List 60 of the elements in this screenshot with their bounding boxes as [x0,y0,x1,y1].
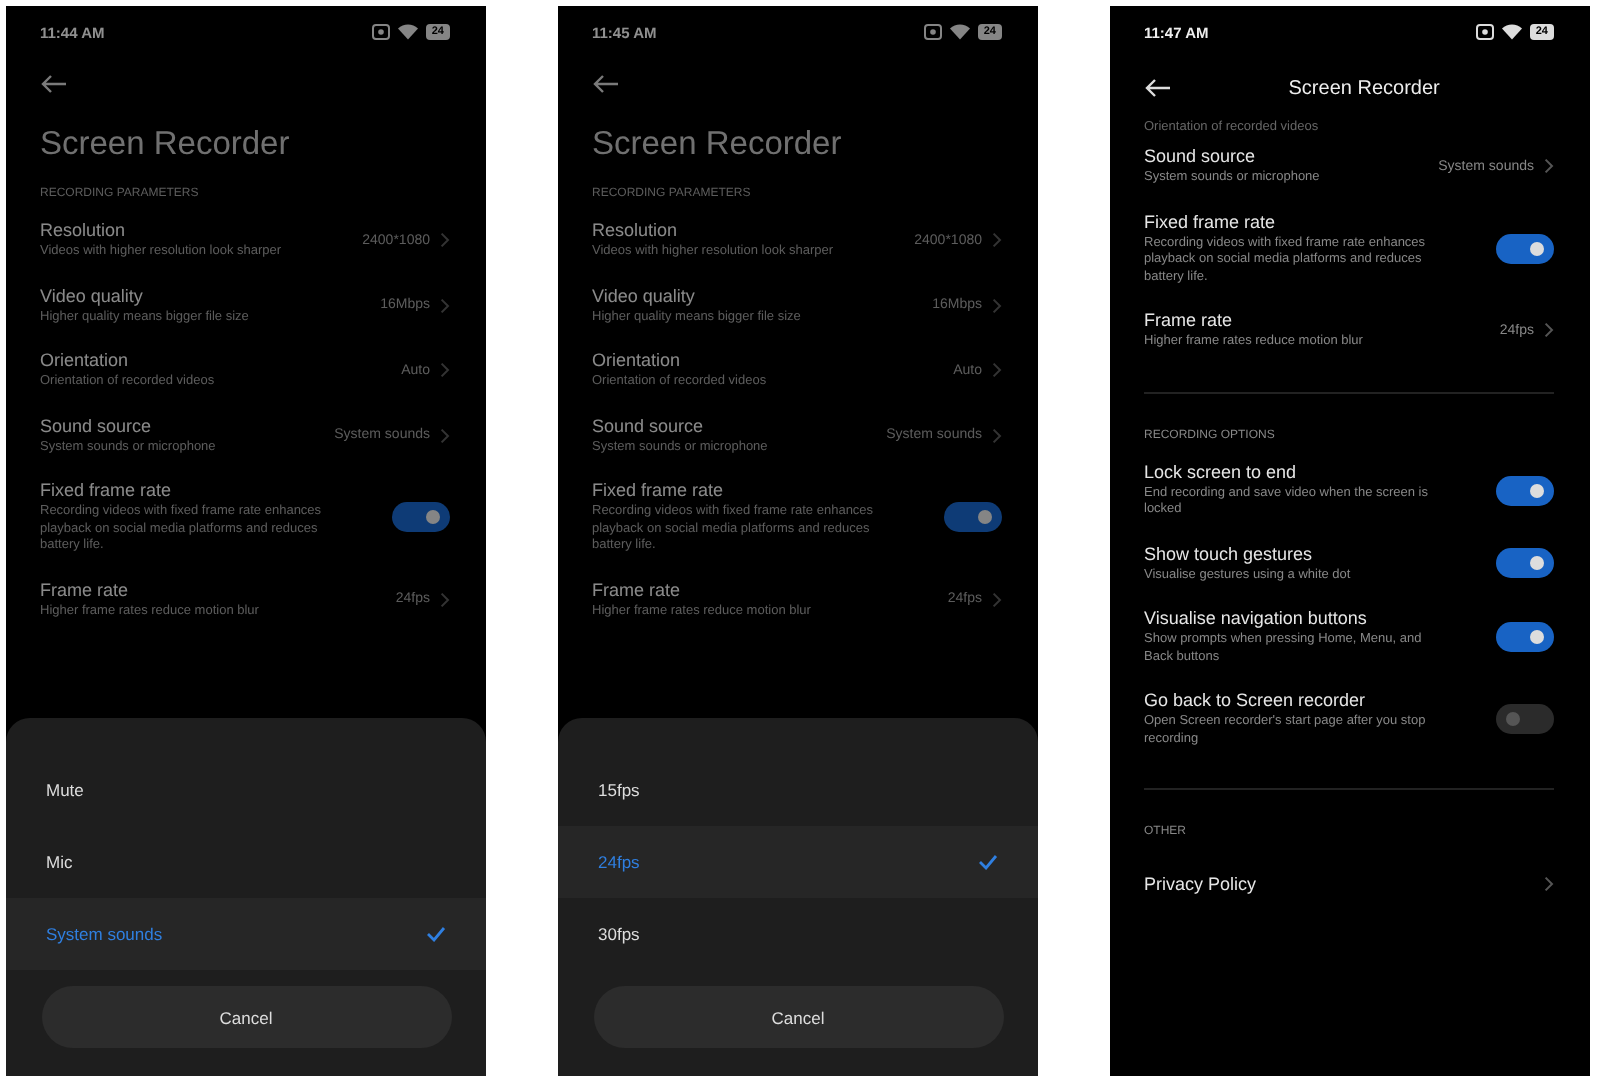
setting-title: Frame rate [1144,310,1235,330]
sheet-option[interactable]: 24fps [558,826,1038,898]
chevron-right-icon[interactable] [1544,322,1554,339]
chevron-right-icon[interactable] [440,297,450,314]
record-icon [1475,24,1494,40]
back-arrow-icon[interactable] [1144,78,1172,98]
toggle-switch[interactable] [392,502,450,533]
chevron-right-icon[interactable] [1544,876,1554,892]
wifi-icon [1501,24,1522,40]
setting-title: Resolution [592,220,680,240]
sheet-option[interactable]: System sounds [6,898,486,970]
sheet-option[interactable]: Mute [6,754,486,826]
cancel-button[interactable]: Cancel [593,986,1003,1048]
toggle-switch[interactable] [1496,704,1554,734]
toggle-switch[interactable] [1496,475,1554,505]
setting-title: Sound source [592,415,706,435]
setting-title: Sound source [40,415,154,435]
setting-title: Lock screen to end [1144,461,1299,481]
chevron-right-icon[interactable] [440,232,450,249]
setting-title: Video quality [40,285,145,305]
setting-title: Go back to Screen recorder [1144,690,1368,710]
toggle-switch[interactable] [1496,233,1554,264]
setting-title: Video quality [592,285,697,305]
setting-title: Resolution [40,220,128,240]
setting-title: Sound source [1144,146,1258,166]
cancel-button[interactable]: Cancel [41,986,451,1048]
setting-title: Frame rate [592,579,683,599]
chevron-right-icon[interactable] [992,232,1002,249]
sheet-option[interactable]: 30fps [558,898,1038,970]
setting-title: Fixed frame rate [40,480,174,500]
page-title: Screen Recorder [40,126,292,164]
chevron-right-icon[interactable] [1544,158,1554,175]
setting-title: Frame rate [40,579,131,599]
chevron-right-icon[interactable] [992,427,1002,444]
check-icon [426,926,446,942]
chevron-right-icon[interactable] [992,362,1002,379]
wifi-icon [397,24,418,40]
record-icon [371,24,390,40]
setting-title: Fixed frame rate [1144,211,1278,231]
chevron-right-icon[interactable] [992,297,1002,314]
page-title: Screen Recorder [592,126,844,164]
page-title: Screen Recorder [1288,77,1440,99]
chevron-right-icon[interactable] [440,591,450,608]
sheet-option[interactable]: Mic [6,826,486,898]
toggle-switch[interactable] [1496,548,1554,579]
check-icon [978,854,998,870]
chevron-right-icon[interactable] [440,427,450,444]
setting-title: Show touch gestures [1144,543,1315,563]
record-icon [923,24,942,40]
chevron-right-icon[interactable] [992,591,1002,608]
wifi-icon [949,24,970,40]
setting-title: Fixed frame rate [592,480,726,500]
setting-title: Visualise navigation buttons [1144,608,1369,628]
toggle-switch[interactable] [1496,622,1554,652]
setting-title: Orientation [40,350,131,370]
chevron-right-icon[interactable] [440,362,450,379]
setting-title: Privacy Policy [1144,874,1259,894]
setting-title: Orientation [592,350,683,370]
sheet-option[interactable]: 15fps [558,754,1038,826]
toggle-switch[interactable] [944,502,1002,533]
